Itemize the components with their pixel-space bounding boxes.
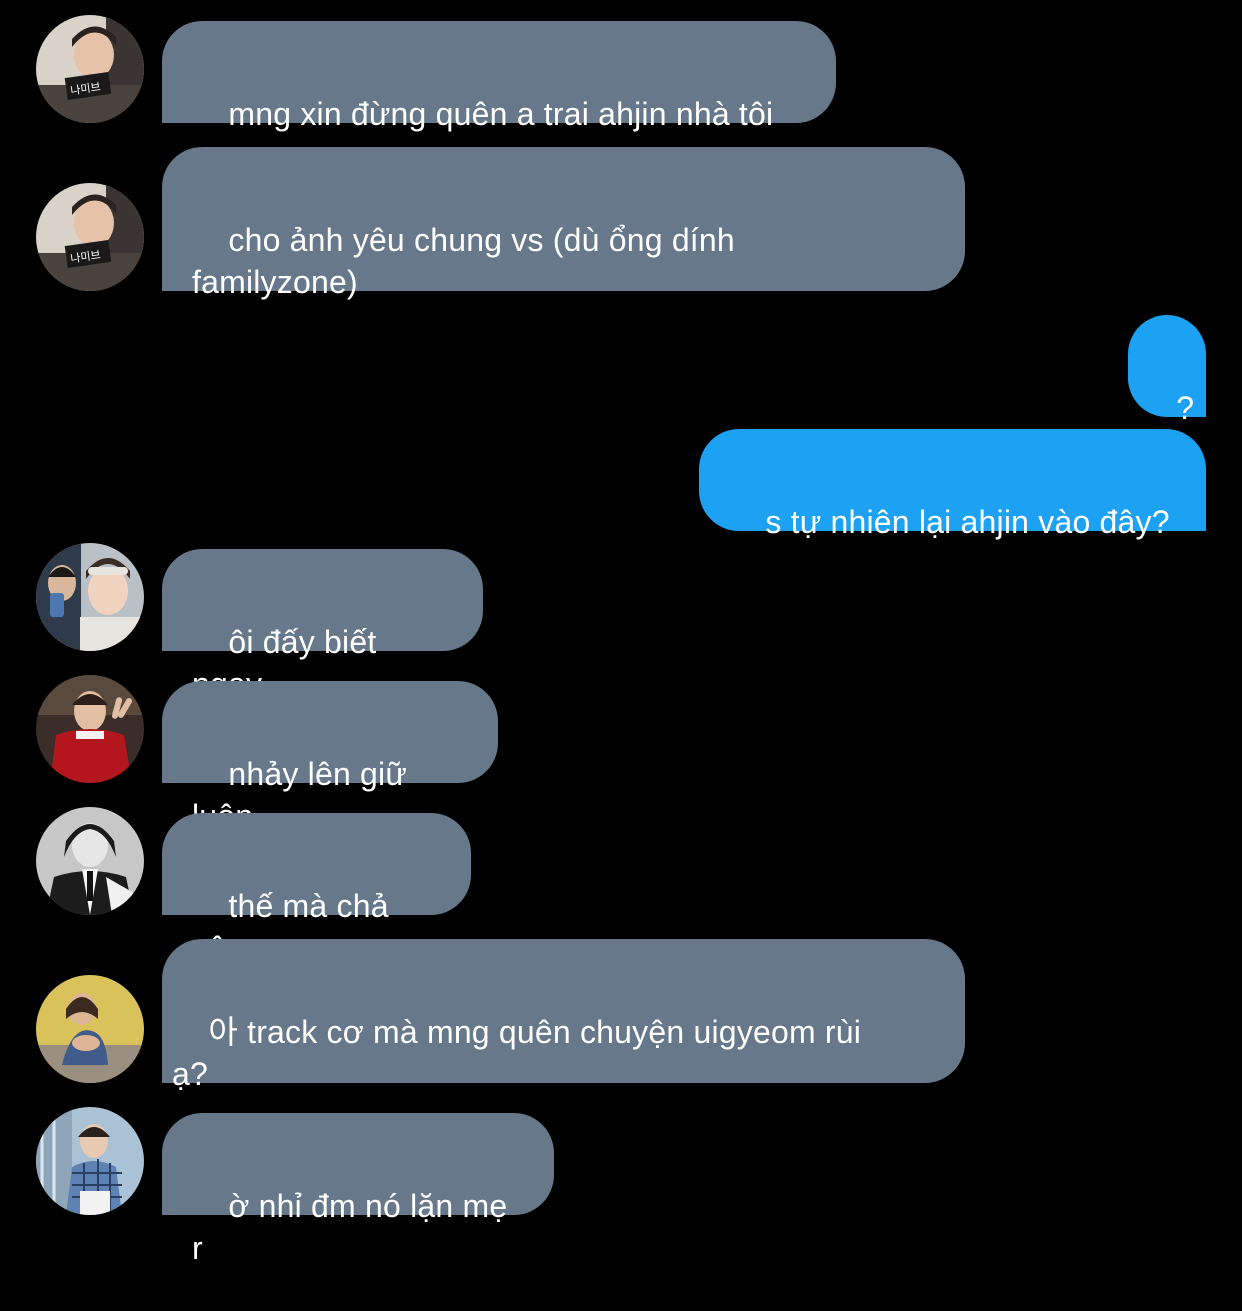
avatar[interactable]	[36, 975, 144, 1083]
message-text: 아 track cơ mà mng quên chuyện uigyeom rù…	[172, 1014, 862, 1092]
chat-thread: 나미브 mng xin đừng quên a trai ahjin nhà t…	[0, 0, 1242, 1266]
avatar[interactable]	[36, 1107, 144, 1215]
avatar-boy-plaid-shirt-image	[36, 1107, 144, 1215]
avatar-boy-with-sign-image: 나미브	[36, 15, 144, 123]
avatar[interactable]	[36, 807, 144, 915]
avatar[interactable]: 나미브	[36, 183, 144, 291]
message-bubble[interactable]: thế mà chả yêu	[162, 813, 471, 966]
avatar[interactable]: 나미브	[36, 15, 144, 123]
message-text: cho ảnh yêu chung vs (dù ổng dính family…	[192, 222, 735, 300]
avatar-red-jacket-peace-image	[36, 675, 144, 783]
message-bubble[interactable]: mng xin đừng quên a trai ahjin nhà tôi	[162, 21, 836, 132]
avatar-two-people-selfie-image	[36, 543, 144, 651]
avatar-girl-yellow-bg-image	[36, 975, 144, 1083]
avatar-bw-suit-image	[36, 807, 144, 915]
avatar[interactable]	[36, 675, 144, 783]
message-bubble[interactable]: 아 track cơ mà mng quên chuyện uigyeom rù…	[162, 939, 965, 1092]
message-bubble-outgoing[interactable]: ?	[1128, 315, 1206, 426]
message-bubble[interactable]: ờ nhỉ đm nó lặn mẹ r	[162, 1113, 554, 1266]
message-text: ?	[1176, 390, 1195, 426]
message-bubble[interactable]: cho ảnh yêu chung vs (dù ổng dính family…	[162, 147, 965, 300]
message-bubble-outgoing[interactable]: s tự nhiên lại ahjin vào đây?	[699, 429, 1206, 540]
message-text: mng xin đừng quên a trai ahjin nhà tôi	[228, 96, 774, 132]
message-text: ờ nhỉ đm nó lặn mẹ r	[192, 1188, 517, 1266]
message-bubble[interactable]: ôi đấy biết ngay	[162, 549, 483, 702]
message-text: s tự nhiên lại ahjin vào đây?	[765, 504, 1170, 540]
avatar[interactable]	[36, 543, 144, 651]
message-bubble[interactable]: nhảy lên giữ luôn	[162, 681, 498, 834]
avatar-boy-with-sign-image: 나미브	[36, 183, 144, 291]
